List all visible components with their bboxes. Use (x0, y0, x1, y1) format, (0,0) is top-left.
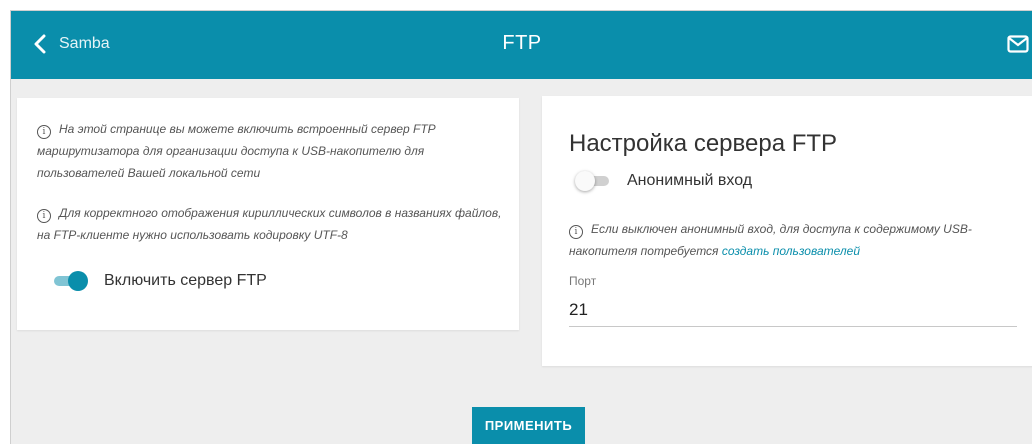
enable-ftp-toggle[interactable] (52, 271, 88, 291)
page-title: FTP (502, 32, 542, 54)
toggle-knob (68, 271, 88, 291)
info-icon: i (37, 209, 51, 223)
info-icon: i (37, 125, 51, 139)
port-label: Порт (569, 274, 597, 288)
info-text-ftp: На этой странице вы можете включить встр… (37, 122, 436, 180)
header-bar: Samba FTP (11, 11, 1032, 79)
page-frame: Samba FTP i На этой странице вы можете вк… (10, 10, 1032, 444)
ftp-info-card: i На этой странице вы можете включить вст… (17, 98, 519, 330)
anonymous-toggle[interactable] (575, 171, 611, 191)
info-text-encoding: Для корректного отображения кириллически… (37, 206, 502, 242)
info-note-encoding: i Для корректного отображения кириллическ… (37, 202, 512, 246)
mail-icon (1007, 35, 1029, 53)
enable-ftp-label: Включить сервер FTP (104, 272, 267, 289)
info-note-anonymous: i Если выключен анонимный вход, для досту… (569, 218, 1019, 262)
ftp-settings-card: Настройка сервера FTP Анонимный вход i Ес… (542, 96, 1032, 366)
enable-ftp-row: Включить сервер FTP (52, 271, 267, 291)
anonymous-row: Анонимный вход (575, 171, 752, 191)
info-note-ftp: i На этой странице вы можете включить вст… (37, 118, 507, 184)
mail-button[interactable] (1007, 35, 1029, 53)
port-input[interactable] (569, 294, 1017, 327)
info-icon: i (569, 225, 583, 239)
anonymous-label: Анонимный вход (627, 172, 753, 189)
settings-title: Настройка сервера FTP (569, 130, 838, 157)
toggle-knob (575, 171, 595, 191)
create-users-link[interactable]: создать пользователей (722, 244, 860, 258)
apply-button[interactable]: ПРИМЕНИТЬ (472, 407, 585, 444)
